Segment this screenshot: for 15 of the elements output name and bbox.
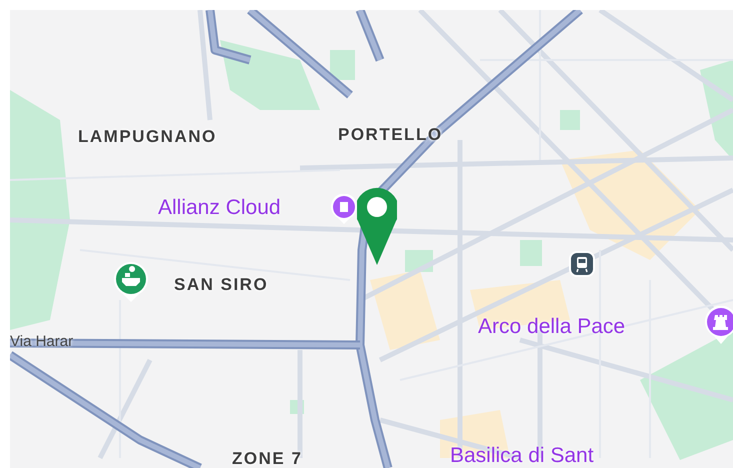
street-label: Via Harar [10,332,74,352]
park-icon[interactable] [113,262,149,302]
place-label: Arco della Pace [478,314,626,340]
district-label: SAN SIRO [174,274,268,296]
park-area [520,240,542,266]
place-label: Basilica di Sant [450,443,594,468]
park-area [330,50,355,80]
district-label: LAMPUGNANO [78,126,217,148]
train-station-icon[interactable] [569,251,595,279]
park-area [560,110,580,130]
stadium-icon[interactable] [330,194,358,224]
place-label: Allianz Cloud [158,195,281,221]
landmark-icon[interactable] [704,306,733,344]
location-pin-icon[interactable] [357,185,397,265]
district-label: ZONE 7 [232,448,302,468]
